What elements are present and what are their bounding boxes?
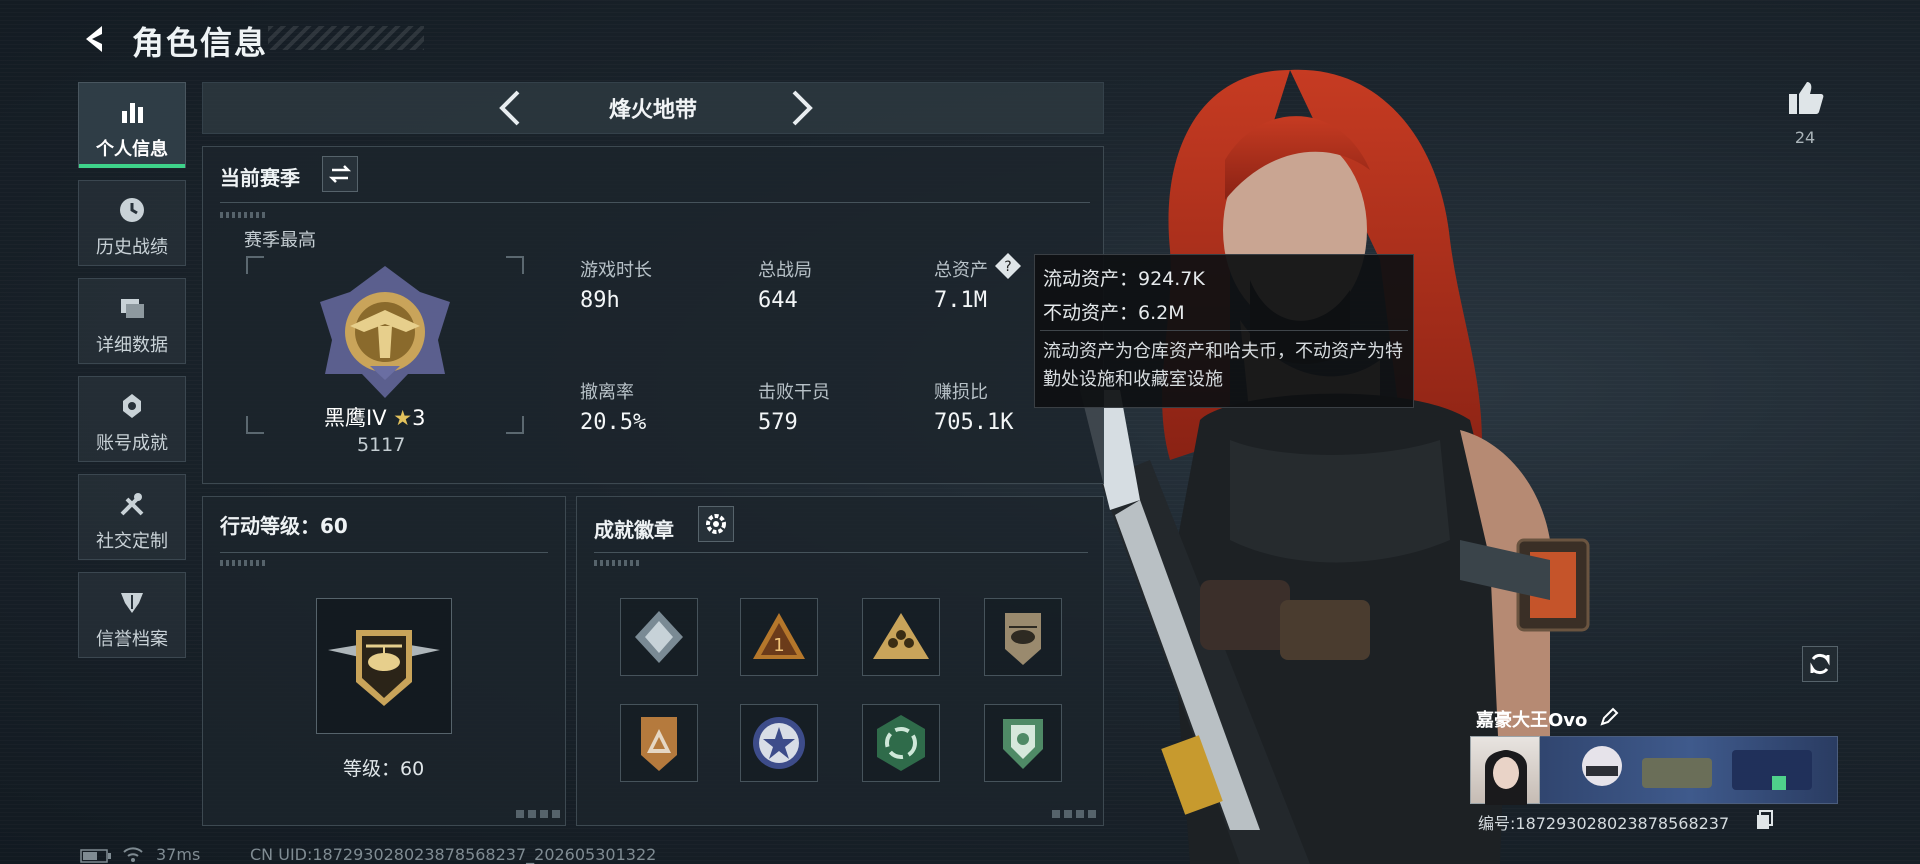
helicopter-emblem-icon [328, 630, 440, 706]
title-decoration [268, 26, 424, 50]
stat-kills-label: 击败干员 [758, 382, 830, 403]
banner-chibi-character [1582, 746, 1812, 790]
achievement-badge[interactable] [620, 598, 698, 676]
battery-icon [80, 849, 111, 863]
medal-icon [123, 394, 141, 418]
nav-item-detailed-data[interactable]: 详细数据 [78, 278, 186, 364]
avatar-portrait [1485, 750, 1527, 805]
mode-prev-arrow-icon[interactable] [490, 86, 530, 130]
page-title: 角色信息 [132, 24, 269, 62]
stat-extraction-label: 撤离率 [580, 382, 634, 403]
tooltip-divider [1040, 330, 1408, 331]
wifi-icon [123, 847, 143, 862]
divider [220, 202, 1090, 203]
rank-emblem-icon [320, 266, 450, 398]
tooltip-description: 流动资产为仓库资产和哈夫币，不动资产为特勤处设施和收藏室设施 [1043, 341, 1403, 390]
rotate-view-button[interactable] [1802, 646, 1838, 682]
rank-name-row: 黑鹰IV ★3 [324, 402, 425, 432]
edit-pencil-icon[interactable] [1598, 706, 1620, 728]
rank-points: 5117 [357, 434, 406, 456]
stat-extraction-value: 20.5% [580, 410, 647, 435]
rank-name: 黑鹰IV [324, 406, 387, 430]
ping-text: 37ms [156, 845, 201, 864]
mode-label: 烽火地带 [608, 98, 697, 123]
nav-item-personal-info[interactable]: 个人信息 [78, 82, 186, 168]
nav-item-achievements[interactable]: 账号成就 [78, 376, 186, 462]
level-title: 行动等级：60 [220, 514, 348, 538]
swap-icon [328, 165, 352, 183]
triangle-badge-icon [641, 717, 677, 771]
stat-profit-value: 705.1K [934, 410, 1014, 435]
stat-assets-label: 总资产 [934, 260, 988, 281]
season-switch-button[interactable] [322, 156, 358, 192]
decorative-ticks [220, 212, 268, 218]
panel-corner-decoration [516, 810, 560, 818]
tooltip-fixed-assets: 不动资产：6.2M [1043, 302, 1185, 324]
achievement-badge[interactable] [862, 598, 940, 676]
star-badge-icon [753, 717, 805, 769]
panel-corner-decoration [1052, 810, 1096, 818]
achievement-badge[interactable] [984, 704, 1062, 782]
tooltip-liquid-assets: 流动资产：924.7K [1043, 268, 1205, 290]
level-label: 等级：60 [343, 758, 425, 780]
rank-stars: 3 [412, 406, 426, 430]
back-arrow-icon[interactable] [78, 22, 112, 56]
divider [594, 552, 1088, 553]
squad-badge-icon [873, 613, 929, 659]
svg-text:1: 1 [773, 635, 784, 656]
diamond-badge-icon [635, 611, 683, 663]
stat-matches-label: 总战局 [758, 260, 812, 281]
achievement-badge[interactable] [862, 704, 940, 782]
like-count: 24 [1794, 128, 1816, 147]
player-avatar[interactable] [1470, 736, 1540, 805]
help-icon[interactable]: ? [994, 252, 1022, 280]
bar-chart-icon [122, 103, 143, 123]
achievement-badge[interactable] [740, 704, 818, 782]
achievement-badge[interactable] [620, 704, 698, 782]
stat-assets-value: 7.1M [934, 288, 987, 313]
shield-icon [121, 593, 143, 613]
nav-item-match-history[interactable]: 历史战绩 [78, 180, 186, 266]
svg-text:?: ? [1004, 259, 1011, 275]
player-id: 编号:187293028023878568237 [1478, 814, 1730, 833]
tools-icon [120, 493, 144, 516]
nav-label: 详细数据 [96, 335, 168, 356]
player-name: 嘉豪大王Ovo [1476, 710, 1588, 731]
helicopter-badge-icon [1005, 613, 1041, 665]
decorative-ticks [594, 560, 642, 566]
nav-label: 账号成就 [96, 433, 168, 454]
stat-kills-value: 579 [758, 410, 798, 435]
season-title: 当前赛季 [220, 166, 300, 190]
star-icon: ★ [393, 406, 413, 430]
achievements-title: 成就徽章 [594, 518, 674, 542]
divider [220, 552, 548, 553]
like-thumb-icon[interactable] [1786, 78, 1826, 118]
cycle-badge-icon [877, 715, 925, 771]
decorative-ticks [220, 560, 268, 566]
achievement-badge[interactable]: 1 [740, 598, 818, 676]
achievement-badge[interactable] [984, 598, 1062, 676]
refresh-icon [1810, 653, 1830, 675]
achievements-settings-button[interactable] [698, 506, 734, 542]
nav-label: 信誉档案 [96, 629, 168, 650]
copy-icon[interactable] [1756, 810, 1774, 830]
stat-profit-label: 赚损比 [934, 382, 988, 403]
nav-item-social[interactable]: 社交定制 [78, 474, 186, 560]
stat-playtime-label: 游戏时长 [580, 260, 652, 281]
stat-playtime-value: 89h [580, 288, 620, 313]
nav-label: 社交定制 [96, 531, 168, 552]
shield-badge-icon [1003, 719, 1043, 769]
season-best-label: 赛季最高 [244, 230, 316, 251]
folders-icon [121, 299, 144, 318]
nav-label: 历史战绩 [96, 237, 168, 258]
mode-next-arrow-icon[interactable] [782, 86, 822, 130]
rank-one-badge-icon: 1 [753, 613, 805, 659]
gear-icon [706, 514, 726, 534]
nav-label: 个人信息 [96, 139, 168, 160]
stat-matches-value: 644 [758, 288, 798, 313]
clock-icon [120, 198, 144, 222]
uid-text: CN UID:187293028023878568237_20260530132… [250, 845, 657, 864]
nav-item-reputation[interactable]: 信誉档案 [78, 572, 186, 658]
